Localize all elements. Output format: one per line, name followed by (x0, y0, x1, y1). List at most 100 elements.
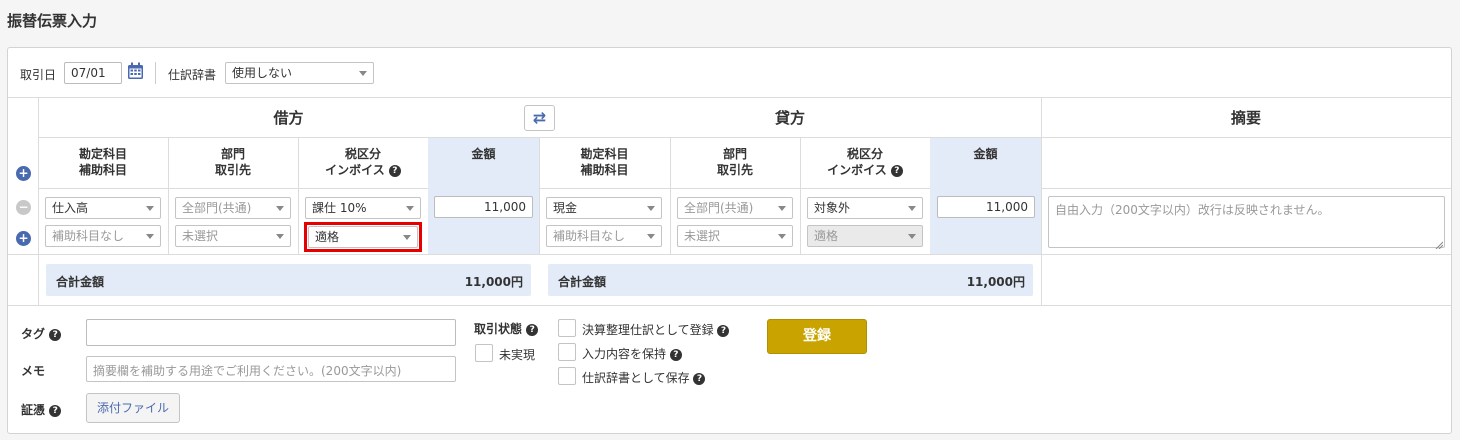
swap-button[interactable]: ⇄ (524, 105, 555, 131)
date-input[interactable]: 07/01 (64, 62, 122, 84)
col-account-label: 勘定科目 (78, 147, 127, 161)
credit-tax-value: 対象外 (814, 201, 851, 215)
col-invoice-label: インボイス (325, 163, 385, 177)
calendar-icon[interactable] (127, 62, 144, 80)
col-subaccount-label: 補助科目 (580, 163, 629, 177)
memo-placeholder: 摘要欄を補助する用途でご利用ください。(200文字以内) (93, 364, 402, 378)
journal-entry-panel: 取引日 07/01 仕訳辞書 使用しない 借方 貸方 摘要 ⇄ + 勘定科目 補… (7, 47, 1452, 434)
dictionary-select-value: 使用しない (232, 66, 293, 80)
chevron-down-icon (778, 206, 786, 211)
credit-subaccount-select[interactable]: 補助科目なし (546, 225, 662, 247)
chevron-down-icon (359, 71, 367, 76)
col-department-credit: 部門 取引先 (670, 146, 800, 178)
help-icon[interactable]: ? (693, 372, 706, 385)
save-dictionary-checkbox[interactable] (558, 367, 576, 385)
date-label: 取引日 (20, 68, 57, 82)
status-label: 取引状態 ? (474, 320, 539, 337)
debit-partner-select[interactable]: 未選択 (175, 225, 291, 247)
summary-placeholder: 自由入力（200文字以内）改行は反映されません。 (1055, 203, 1330, 217)
chevron-down-icon (647, 234, 655, 239)
remove-row-icon[interactable]: − (16, 200, 31, 215)
add-row-below-icon[interactable]: + (16, 231, 31, 246)
debit-total-value: 11,000円 (464, 275, 523, 289)
adjusting-entry-label: 決算整理仕訳として登録 ? (582, 321, 730, 338)
help-icon[interactable]: ? (49, 404, 62, 417)
tag-input[interactable] (86, 319, 456, 346)
grid-line (8, 305, 1451, 306)
credit-subaccount-value: 補助科目なし (553, 229, 626, 243)
debit-department-value: 全部門(共通) (182, 201, 252, 215)
col-amount-credit: 金額 (973, 147, 998, 161)
debit-account-value: 仕入高 (52, 201, 89, 215)
debit-invoice-select[interactable]: 適格 (308, 226, 418, 248)
help-icon[interactable]: ? (717, 324, 730, 337)
memo-textarea[interactable]: 摘要欄を補助する用途でご利用ください。(200文字以内) (86, 356, 456, 382)
help-icon[interactable]: ? (526, 323, 539, 336)
summary-textarea[interactable]: 自由入力（200文字以内）改行は反映されません。 (1048, 196, 1445, 248)
col-partner-label: 取引先 (716, 163, 753, 177)
keep-input-checkbox[interactable] (558, 343, 576, 361)
keep-input-text: 入力内容を保持 (582, 347, 667, 361)
credit-partner-select[interactable]: 未選択 (677, 225, 793, 247)
credit-tax-select[interactable]: 対象外 (807, 197, 923, 219)
col-tax-debit: 税区分 インボイス ? (298, 146, 428, 178)
col-tax-label: 税区分 (344, 147, 381, 161)
summary-section-title: 摘要 (1230, 109, 1261, 127)
attach-file-button[interactable]: 添付ファイル (86, 393, 180, 423)
credit-account-value: 現金 (553, 201, 578, 215)
col-account-label: 勘定科目 (580, 147, 629, 161)
chevron-down-icon (403, 235, 411, 240)
col-account-credit: 勘定科目 補助科目 (539, 146, 670, 178)
credit-department-select[interactable]: 全部門(共通) (677, 197, 793, 219)
col-partner-label: 取引先 (214, 163, 251, 177)
chevron-down-icon (406, 206, 414, 211)
col-department-label: 部門 (220, 147, 245, 161)
credit-partner-value: 未選択 (684, 229, 721, 243)
chevron-down-icon (276, 234, 284, 239)
credit-invoice-select: 適格 (807, 225, 923, 247)
status-label-text: 取引状態 (474, 322, 523, 336)
unrealized-label: 未実現 (499, 348, 536, 362)
tag-label: タグ ? (21, 325, 62, 342)
help-icon[interactable]: ? (669, 348, 682, 361)
debit-subaccount-select[interactable]: 補助科目なし (45, 225, 161, 247)
credit-amount-input[interactable]: 11,000 (937, 196, 1035, 218)
help-icon[interactable]: ? (388, 164, 401, 177)
credit-total-value: 11,000円 (966, 275, 1025, 289)
debit-department-select[interactable]: 全部門(共通) (175, 197, 291, 219)
grid-line (38, 188, 1451, 189)
adjusting-entry-checkbox[interactable] (558, 319, 576, 337)
evidence-label: 証憑 ? (21, 401, 62, 418)
chevron-down-icon (146, 234, 154, 239)
help-icon[interactable]: ? (890, 164, 903, 177)
dictionary-label: 仕訳辞書 (168, 68, 217, 82)
debit-total-label: 合計金額 (56, 275, 105, 289)
add-row-icon[interactable]: + (16, 166, 31, 181)
debit-tax-value: 課仕 10% (312, 201, 367, 215)
debit-tax-select[interactable]: 課仕 10% (305, 197, 421, 219)
chevron-down-icon (276, 206, 284, 211)
chevron-down-icon (647, 206, 655, 211)
credit-invoice-value: 適格 (814, 229, 839, 243)
credit-account-select[interactable]: 現金 (546, 197, 662, 219)
register-button[interactable]: 登録 (767, 319, 867, 354)
dictionary-select[interactable]: 使用しない (225, 62, 374, 84)
unrealized-checkbox[interactable] (475, 344, 493, 362)
debit-account-select[interactable]: 仕入高 (45, 197, 161, 219)
chevron-down-icon (778, 234, 786, 239)
grid-line (8, 254, 1451, 255)
col-tax-credit: 税区分 インボイス ? (800, 146, 930, 178)
help-icon[interactable]: ? (49, 328, 62, 341)
swap-icon: ⇄ (532, 108, 547, 127)
credit-total-label: 合計金額 (558, 275, 607, 289)
chevron-down-icon (908, 234, 916, 239)
debit-section-title: 借方 (273, 109, 304, 127)
keep-input-label: 入力内容を保持 ? (582, 345, 682, 362)
grid-line (38, 97, 39, 305)
col-amount-debit: 金額 (471, 147, 496, 161)
debit-amount-input[interactable]: 11,000 (434, 196, 533, 218)
col-department-label: 部門 (722, 147, 747, 161)
resize-handle-icon[interactable] (1435, 238, 1444, 250)
save-dictionary-label: 仕訳辞書として保存 ? (582, 369, 706, 386)
col-tax-label: 税区分 (846, 147, 883, 161)
